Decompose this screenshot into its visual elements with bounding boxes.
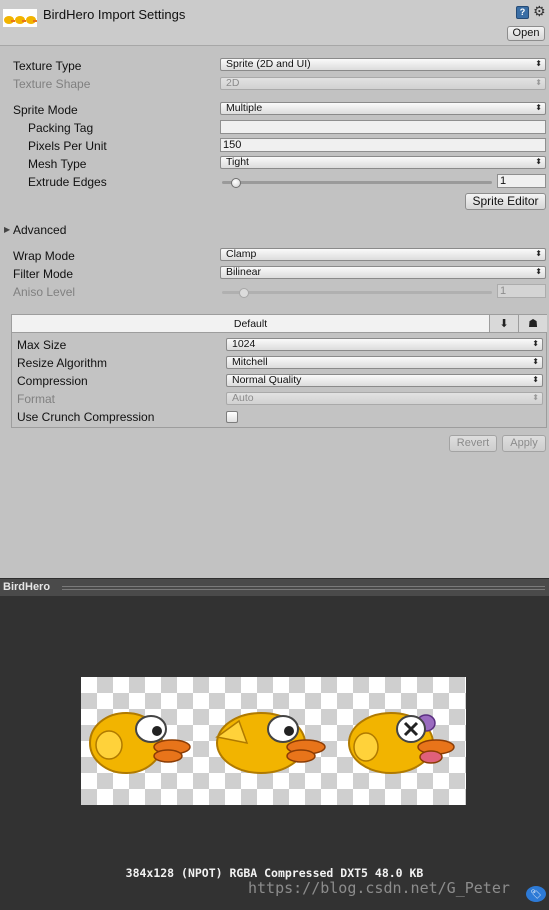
packing-tag-input[interactable]: [220, 120, 546, 134]
revert-button[interactable]: Revert: [449, 435, 497, 452]
packing-tag-label: Packing Tag: [28, 121, 94, 135]
texture-shape-value: 2D: [226, 77, 240, 89]
wrap-mode-value: Clamp: [226, 248, 257, 260]
mesh-type-label: Mesh Type: [28, 157, 87, 171]
dropdown-arrows-icon: ⬍: [535, 157, 542, 166]
dropdown-arrows-icon: ⬍: [532, 357, 539, 366]
texture-thumbnail-icon: [3, 9, 37, 27]
dropdown-arrows-icon: ⬍: [532, 393, 539, 402]
gear-icon[interactable]: ⚙: [533, 4, 546, 18]
mesh-type-value: Tight: [226, 156, 249, 168]
compression-dropdown[interactable]: Normal Quality ⬍: [226, 374, 543, 387]
extrude-edges-label: Extrude Edges: [28, 175, 107, 189]
sprite-editor-button[interactable]: Sprite Editor: [465, 193, 546, 210]
pixels-per-unit-label: Pixels Per Unit: [28, 139, 107, 153]
mesh-type-dropdown[interactable]: Tight ⬍: [220, 156, 546, 169]
apply-button[interactable]: Apply: [502, 435, 546, 452]
dropdown-arrows-icon: ⬍: [532, 375, 539, 384]
format-dropdown: Auto ⬍: [226, 392, 543, 405]
pixels-per-unit-input[interactable]: 150: [220, 138, 546, 152]
format-label: Format: [17, 392, 56, 406]
max-size-value: 1024: [232, 338, 256, 350]
inspector-title: BirdHero Import Settings: [43, 7, 186, 22]
bird-sprites-image: [89, 712, 455, 774]
dropdown-arrows-icon: ⬍: [535, 249, 542, 258]
aniso-level-slider-handle: [239, 288, 250, 298]
open-button[interactable]: Open: [507, 26, 545, 41]
texture-shape-label: Texture Shape: [13, 77, 91, 91]
resize-algorithm-dropdown[interactable]: Mitchell ⬍: [226, 356, 543, 369]
wrap-mode-dropdown[interactable]: Clamp ⬍: [220, 248, 546, 261]
format-value: Auto: [232, 392, 254, 404]
extrude-edges-slider-handle[interactable]: [231, 178, 242, 188]
preview-title: BirdHero: [3, 581, 51, 593]
aniso-level-label: Aniso Level: [13, 285, 76, 299]
texture-type-dropdown[interactable]: Sprite (2D and UI) ⬍: [220, 58, 546, 71]
bird-sprite-3: [348, 712, 455, 774]
tag-icon[interactable]: 🏷: [526, 886, 546, 902]
dropdown-arrows-icon: ⬍: [535, 267, 542, 276]
texture-type-value: Sprite (2D and UI): [226, 58, 311, 70]
texture-info-label: 384x128 (NPOT) RGBA Compressed DXT5 48.0…: [125, 866, 424, 880]
foldout-arrow-icon[interactable]: ▶: [4, 225, 10, 234]
inspector-header: BirdHero Import Settings ? ⚙ Open: [0, 0, 549, 46]
tab-default[interactable]: Default: [12, 315, 489, 333]
filter-mode-value: Bilinear: [226, 266, 262, 278]
android-icon[interactable]: ☗: [518, 315, 547, 333]
max-size-label: Max Size: [17, 338, 67, 352]
dropdown-arrows-icon: ⬍: [535, 78, 542, 87]
sprite-sheet-preview: [81, 677, 466, 805]
max-size-dropdown[interactable]: 1024 ⬍: [226, 338, 543, 351]
filter-mode-dropdown[interactable]: Bilinear ⬍: [220, 266, 546, 279]
texture-type-label: Texture Type: [13, 59, 82, 73]
platform-settings-panel: Default ⬇ ☗ Max Size 1024 ⬍ Resize Algor…: [11, 314, 547, 428]
compression-value: Normal Quality: [232, 374, 302, 386]
extrude-edges-input[interactable]: 1: [497, 174, 546, 188]
drag-handle[interactable]: [62, 586, 545, 590]
crunch-compression-checkbox[interactable]: [226, 411, 238, 423]
resize-algorithm-label: Resize Algorithm: [17, 356, 108, 370]
dropdown-arrows-icon: ⬍: [535, 103, 542, 112]
bird-sprite-1: [89, 712, 191, 774]
dropdown-arrows-icon: ⬍: [532, 339, 539, 348]
download-icon[interactable]: ⬇: [489, 315, 518, 333]
preview-header[interactable]: BirdHero: [0, 578, 549, 596]
aniso-level-slider: [222, 291, 492, 294]
extrude-edges-slider[interactable]: [222, 181, 492, 184]
resize-algorithm-value: Mitchell: [232, 356, 268, 368]
crunch-compression-label: Use Crunch Compression: [17, 410, 155, 424]
wrap-mode-label: Wrap Mode: [13, 249, 75, 263]
help-icon[interactable]: ?: [516, 6, 529, 19]
texture-shape-dropdown: 2D ⬍: [220, 77, 546, 90]
advanced-foldout[interactable]: Advanced: [13, 223, 66, 237]
sprite-mode-label: Sprite Mode: [13, 103, 78, 117]
texture-preview: 384x128 (NPOT) RGBA Compressed DXT5 48.0…: [0, 596, 549, 910]
filter-mode-label: Filter Mode: [13, 267, 74, 281]
dropdown-arrows-icon: ⬍: [535, 59, 542, 68]
compression-label: Compression: [17, 374, 88, 388]
bird-sprite-2: [215, 712, 326, 774]
watermark-text: https://blog.csdn.net/G_Peter: [248, 879, 510, 897]
aniso-level-input: 1: [497, 284, 546, 298]
sprite-mode-value: Multiple: [226, 102, 263, 114]
sprite-mode-dropdown[interactable]: Multiple ⬍: [220, 102, 546, 115]
